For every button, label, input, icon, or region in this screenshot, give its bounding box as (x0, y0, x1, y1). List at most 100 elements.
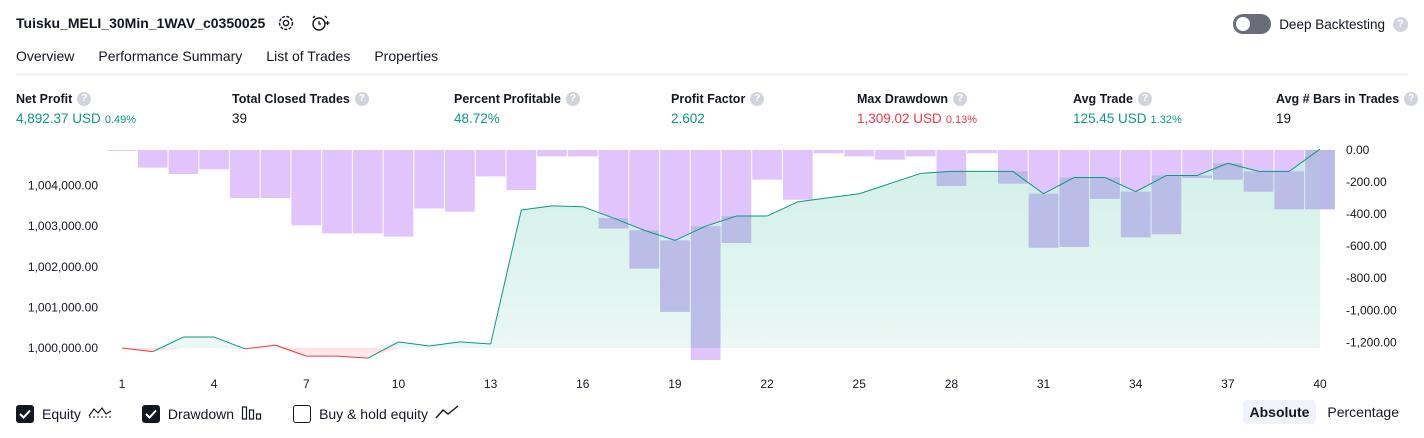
settings-icon[interactable] (276, 13, 296, 33)
help-icon[interactable]: ? (1404, 92, 1419, 106)
drawdown-bar (414, 150, 445, 209)
left-axis-label: 1,004,000.00 (28, 179, 98, 193)
left-axis-label: 1,002,000.00 (28, 260, 98, 274)
left-axis-label: 1,003,000.00 (28, 219, 98, 233)
drawdown-bar (506, 150, 537, 191)
drawdown-checkbox[interactable] (141, 405, 160, 423)
buyhold-checkbox[interactable] (293, 405, 312, 423)
chart-legend: Equity Drawdown Buy & hold equity (16, 403, 489, 425)
stat-label: Profit Factor (671, 92, 746, 106)
drawdown-overlap-bar (1028, 193, 1059, 248)
view-mode-switch: Absolute Percentage (1242, 400, 1407, 424)
stats-row: Net Profit? 4,892.37 USD 0.49% Total Clos… (0, 92, 1424, 132)
help-icon[interactable]: ? (1137, 92, 1152, 106)
stat-label: Net Profit (16, 92, 73, 106)
legend-equity-toggle[interactable]: Equity (16, 405, 112, 424)
stat-value: 48.72% (454, 111, 500, 126)
drawdown-bar (905, 150, 936, 157)
report-header: Tuisku_MELI_30Min_1WAV_c0350025 Deep Bac… (0, 0, 1424, 46)
stat-label: Avg # Bars in Trades (1276, 92, 1400, 106)
drawdown-bar (168, 150, 199, 175)
x-axis-label: 7 (303, 377, 310, 390)
x-axis-label: 10 (392, 377, 406, 390)
drawdown-bar (967, 150, 997, 154)
drawdown-bar (352, 150, 383, 234)
stat-value: 4,892.37 USD (16, 111, 101, 126)
drawdown-bar (813, 150, 844, 154)
stat-value: 1,309.02 USD (857, 111, 942, 126)
add-alert-icon[interactable] (310, 13, 330, 33)
help-icon[interactable]: ? (77, 92, 92, 106)
stat-avg-bars-in-trades: Avg # Bars in Trades? 19 (1276, 92, 1419, 126)
percentage-button[interactable]: Percentage (1320, 400, 1406, 424)
stat-value: 2.602 (671, 111, 705, 126)
x-axis-label: 28 (945, 377, 959, 390)
stat-label: Percent Profitable (454, 92, 561, 106)
drawdown-label: Drawdown (167, 406, 235, 422)
drawdown-overlap-bar (690, 226, 721, 348)
legend-buyhold-toggle[interactable]: Buy & hold equity (293, 404, 459, 425)
drawdown-overlap-bar (629, 230, 660, 269)
drawdown-overlap-bar (1059, 177, 1090, 247)
drawdown-bar (107, 150, 137, 151)
left-axis-label: 1,001,000.00 (28, 300, 98, 314)
help-icon[interactable]: ? (1393, 16, 1408, 32)
drawdown-bar (230, 150, 260, 199)
x-axis-label: 22 (760, 377, 774, 390)
left-axis-label: 1,000,000.00 (28, 341, 98, 355)
stat-percent: 0.13% (945, 114, 978, 126)
drawdown-bar (322, 150, 352, 234)
tab-overview[interactable]: Overview (16, 48, 75, 76)
drawdown-bar (782, 150, 813, 200)
drawdown-overlap-bar (936, 171, 967, 187)
drawdown-bar (875, 150, 905, 160)
legend-drawdown-toggle[interactable]: Drawdown (141, 404, 263, 425)
absolute-button[interactable]: Absolute (1242, 400, 1317, 424)
drawdown-bar (567, 150, 598, 157)
x-axis-label: 34 (1129, 377, 1143, 390)
stat-net-profit: Net Profit? 4,892.37 USD 0.49% (16, 92, 136, 126)
drawdown-bar (199, 150, 230, 170)
x-axis-label: 25 (853, 377, 867, 390)
stat-profit-factor: Profit Factor? 2.602 (671, 92, 765, 126)
right-axis-label: -200.00 (1346, 175, 1387, 189)
deep-backtesting-label: Deep Backtesting (1279, 16, 1385, 32)
drawdown-bar (291, 150, 322, 226)
help-icon[interactable]: ? (565, 92, 580, 106)
equity-checkbox[interactable] (16, 405, 34, 423)
drawdown-bar (137, 150, 168, 168)
drawdown-bar (383, 150, 414, 237)
drawdown-overlap-bar (1120, 191, 1151, 238)
right-axis-label: -400.00 (1346, 207, 1387, 221)
right-axis-label: -800.00 (1346, 271, 1387, 285)
tab-properties[interactable]: Properties (374, 48, 438, 76)
x-axis-label: 1 (119, 377, 126, 390)
drawdown-overlap-bar (1305, 150, 1335, 210)
buyhold-line-icon (435, 404, 459, 425)
equity-drawdown-chart[interactable]: 1,000,000.00 1,001,000.00 1,002,000.00 1,00… (0, 140, 1424, 390)
buyhold-label: Buy & hold equity (319, 406, 429, 422)
x-axis-label: 16 (576, 377, 590, 390)
equity-label: Equity (42, 406, 81, 422)
x-axis-label: 13 (484, 377, 498, 390)
stat-value: 125.45 USD (1073, 111, 1147, 126)
drawdown-bar (475, 150, 506, 177)
drawdown-overlap-bar (1243, 171, 1274, 192)
stat-label: Total Closed Trades (232, 92, 350, 106)
help-icon[interactable]: ? (750, 92, 765, 106)
deep-backtesting-toggle[interactable] (1233, 14, 1272, 34)
drawdown-bar (260, 150, 291, 199)
right-axis-label: -600.00 (1346, 239, 1387, 253)
help-icon[interactable]: ? (354, 92, 369, 106)
x-axis-label: 37 (1221, 377, 1235, 390)
drawdown-bars-icon (241, 404, 263, 425)
drawdown-overlap-bar (1274, 171, 1305, 210)
deep-backtesting-control: Deep Backtesting ? (1233, 13, 1408, 35)
tab-list-of-trades[interactable]: List of Trades (266, 48, 350, 76)
drawdown-overlap-bar (997, 171, 1028, 184)
stat-total-closed-trades: Total Closed Trades? 39 (232, 92, 369, 126)
drawdown-overlap-bar (1151, 175, 1182, 235)
help-icon[interactable]: ? (953, 92, 967, 106)
right-axis-label: -1,000.00 (1346, 303, 1397, 317)
tab-performance-summary[interactable]: Performance Summary (98, 48, 242, 76)
